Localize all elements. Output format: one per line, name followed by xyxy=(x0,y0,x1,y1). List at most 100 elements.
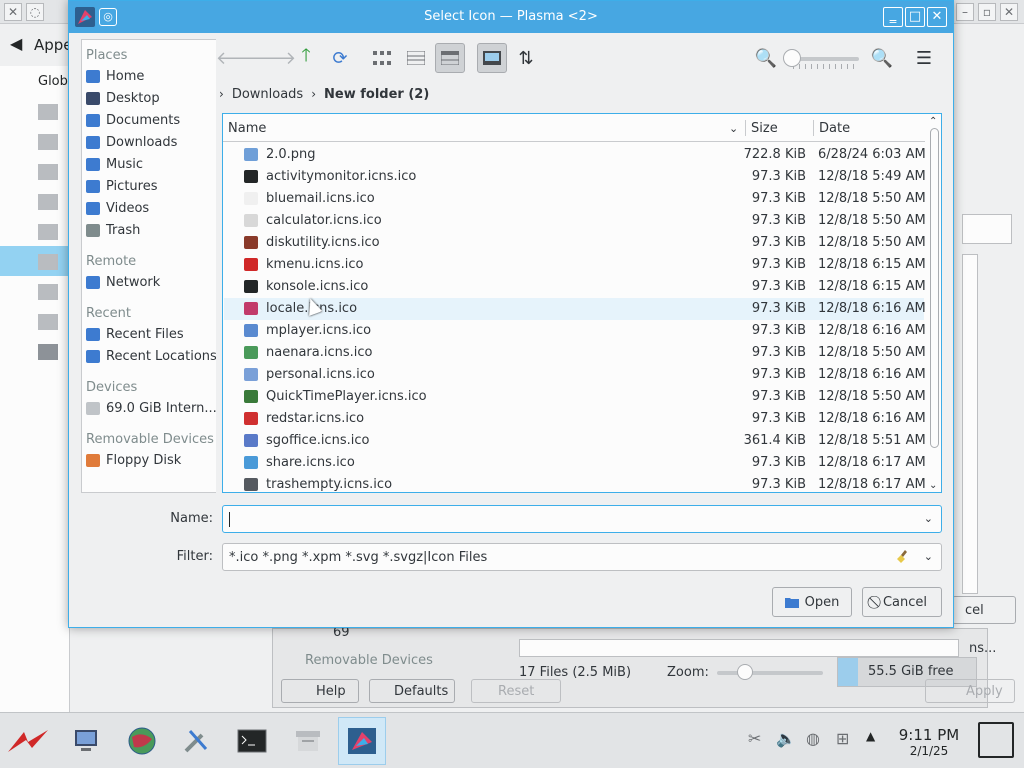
scroll-up-icon[interactable]: ⌃ xyxy=(929,116,937,127)
scrollbar-thumb[interactable] xyxy=(930,128,939,448)
sidebar-item-69-0-gib-intern-[interactable]: 69.0 GiB Intern... xyxy=(86,398,216,418)
breadcrumb-current-folder[interactable]: New folder (2) xyxy=(324,87,429,102)
maximize-icon[interactable]: ▫ xyxy=(978,3,996,21)
tools-icon[interactable]: ✕ xyxy=(4,3,22,21)
zoom-slider-handle[interactable] xyxy=(783,49,801,67)
compact-view-icon[interactable] xyxy=(401,43,431,73)
vertical-scrollbar[interactable]: ⌃ ⌄ xyxy=(927,116,941,492)
zoom-out-icon[interactable]: 🔍 xyxy=(751,43,781,73)
column-divider[interactable] xyxy=(813,120,814,136)
volume-icon[interactable]: 🔈 xyxy=(776,729,796,748)
zoom-slider[interactable] xyxy=(791,57,859,61)
network-wired-icon[interactable]: ⊞ xyxy=(836,729,849,748)
file-row[interactable]: naenara.icns.ico 97.3 KiB 12/8/18 5:50 AM xyxy=(224,342,926,364)
file-row[interactable]: mplayer.icns.ico 97.3 KiB 12/8/18 6:16 AM xyxy=(224,320,926,342)
sort-chevron-icon[interactable]: ⌄ xyxy=(729,122,738,135)
forward-icon[interactable]: 🡒 xyxy=(248,43,296,73)
reset-button[interactable]: Reset xyxy=(471,679,561,703)
sidebar-item-trash[interactable]: Trash xyxy=(86,220,216,240)
open-button[interactable]: Open xyxy=(772,587,852,617)
file-row[interactable]: activitymonitor.icns.ico 97.3 KiB 12/8/18 … xyxy=(224,166,926,188)
file-row[interactable]: 2.0.png 722.8 KiB 6/28/24 6:03 AM xyxy=(224,144,926,166)
close-icon[interactable]: ✕ xyxy=(1000,3,1018,21)
sidebar-item-downloads[interactable]: Downloads xyxy=(86,132,216,152)
column-header-size[interactable]: Size xyxy=(751,121,778,136)
sidebar-item-desktop[interactable]: Desktop xyxy=(86,88,216,108)
list-item[interactable] xyxy=(0,246,70,276)
file-size: 97.3 KiB xyxy=(751,389,806,404)
icons-view-icon[interactable] xyxy=(367,43,397,73)
file-row[interactable]: diskutility.icns.ico 97.3 KiB 12/8/18 5:50… xyxy=(224,232,926,254)
filter-combobox[interactable]: *.ico *.png *.xpm *.svg *.svgz|Icon File… xyxy=(222,543,942,571)
sidebar-item-music[interactable]: Music xyxy=(86,154,216,174)
file-row[interactable]: personal.icns.ico 97.3 KiB 12/8/18 6:16 AM xyxy=(224,364,926,386)
network-globe-icon[interactable]: ◍ xyxy=(806,729,820,748)
sidebar-item-floppy-disk[interactable]: Floppy Disk xyxy=(86,450,216,470)
chevron-down-icon[interactable]: ⌄ xyxy=(924,550,933,563)
maximize-button[interactable]: □ xyxy=(905,7,925,27)
close-button[interactable]: ✕ xyxy=(927,7,947,27)
reload-icon[interactable]: ⟳ xyxy=(325,43,355,73)
sidebar-item-label: Trash xyxy=(106,222,141,238)
file-row[interactable]: calculator.icns.ico 97.3 KiB 12/8/18 5:50 … xyxy=(224,210,926,232)
file-row[interactable]: QuickTimePlayer.icns.ico 97.3 KiB 12/8/18 … xyxy=(224,386,926,408)
file-row[interactable]: sgoffice.icns.ico 361.4 KiB 12/8/18 5:51 A… xyxy=(224,430,926,452)
column-divider[interactable] xyxy=(745,120,746,136)
select-icon-dialog: ◎ Select Icon — Plasma <2> ‗ □ ✕ 🡐 🡒 🡑 ⟳… xyxy=(68,0,954,628)
computer-icon[interactable] xyxy=(62,717,110,765)
file-manager-icon[interactable] xyxy=(284,717,332,765)
defaults-button[interactable]: Defaults xyxy=(369,679,455,703)
apply-button[interactable]: Apply xyxy=(925,679,1015,703)
column-header-name[interactable]: Name xyxy=(228,121,266,136)
plasma-icon[interactable] xyxy=(338,717,386,765)
sidebar-item-network[interactable]: Network xyxy=(86,272,216,292)
scissors-icon[interactable]: ✂ xyxy=(748,729,761,748)
breadcrumb-downloads[interactable]: Downloads xyxy=(232,87,303,102)
pin-icon[interactable]: ◌ xyxy=(26,3,44,21)
name-field[interactable]: ⌄ xyxy=(222,505,942,533)
detail-view-icon[interactable] xyxy=(435,43,465,73)
background-cancel-button[interactable]: cel xyxy=(952,596,1016,624)
sidebar-item-documents[interactable]: Documents xyxy=(86,110,216,130)
redstar-launcher-icon[interactable] xyxy=(4,717,52,765)
settings-tools-icon[interactable] xyxy=(172,717,220,765)
file-row[interactable]: trashempty.icns.ico 97.3 KiB 12/8/18 6:17 … xyxy=(224,474,926,492)
minimize-icon[interactable]: – xyxy=(956,3,974,21)
file-row[interactable]: kmenu.icns.ico 97.3 KiB 12/8/18 6:15 AM xyxy=(224,254,926,276)
help-button[interactable]: Help xyxy=(281,679,359,703)
clock-date[interactable]: 2/1/25 xyxy=(892,744,966,758)
file-row[interactable]: locale.icns.ico 97.3 KiB 12/8/18 6:16 AM xyxy=(224,298,926,320)
sidebar-item-home[interactable]: Home xyxy=(86,66,216,86)
back-arrow-icon[interactable]: ◀ xyxy=(10,34,22,53)
clear-broom-icon[interactable] xyxy=(895,549,911,565)
file-row[interactable]: share.icns.ico 97.3 KiB 12/8/18 6:17 AM xyxy=(224,452,926,474)
places-panel: Places Home Desktop Documents Downloads Music… xyxy=(81,39,216,493)
scroll-down-icon[interactable]: ⌄ xyxy=(929,480,937,491)
zoom-in-icon[interactable]: 🔍 xyxy=(867,43,897,73)
zoom-slider[interactable] xyxy=(717,671,823,675)
browser-globe-icon[interactable] xyxy=(118,717,166,765)
minimize-button[interactable]: ‗ xyxy=(883,7,903,27)
column-header-date[interactable]: Date xyxy=(819,121,850,136)
file-list-view[interactable]: Name ⌄ Size Date 2.0.png 722.8 KiB 6/28/24… xyxy=(222,113,942,493)
chevron-down-icon[interactable]: ⌄ xyxy=(924,512,933,525)
sidebar-item-recent-files[interactable]: Recent Files xyxy=(86,324,216,344)
file-row[interactable]: bluemail.icns.ico 97.3 KiB 12/8/18 5:50 AM xyxy=(224,188,926,210)
clock-time[interactable]: 9:11 PM xyxy=(892,726,966,744)
zoom-slider-handle[interactable] xyxy=(737,664,753,680)
sidebar-item-pictures[interactable]: Pictures xyxy=(86,176,216,196)
show-desktop-icon[interactable] xyxy=(978,722,1014,758)
file-row[interactable]: konsole.icns.ico 97.3 KiB 12/8/18 6:15 AM xyxy=(224,276,926,298)
sidebar-item-recent-locations[interactable]: Recent Locations xyxy=(86,346,216,366)
up-icon[interactable]: 🡑 xyxy=(291,43,321,73)
options-icon[interactable]: ☰ xyxy=(909,43,939,73)
expand-tray-icon[interactable]: ▲ xyxy=(866,729,875,743)
file-icon xyxy=(244,214,258,227)
terminal-icon[interactable] xyxy=(228,717,276,765)
file-row[interactable]: redstar.icns.ico 97.3 KiB 12/8/18 6:16 AM xyxy=(224,408,926,430)
sort-icon[interactable]: ⇅ xyxy=(511,43,541,73)
cancel-button[interactable]: ⃠ Cancel xyxy=(862,587,942,617)
sidebar-item-videos[interactable]: Videos xyxy=(86,198,216,218)
sidebar-item-label: Recent Files xyxy=(106,326,184,342)
preview-icon[interactable] xyxy=(477,43,507,73)
